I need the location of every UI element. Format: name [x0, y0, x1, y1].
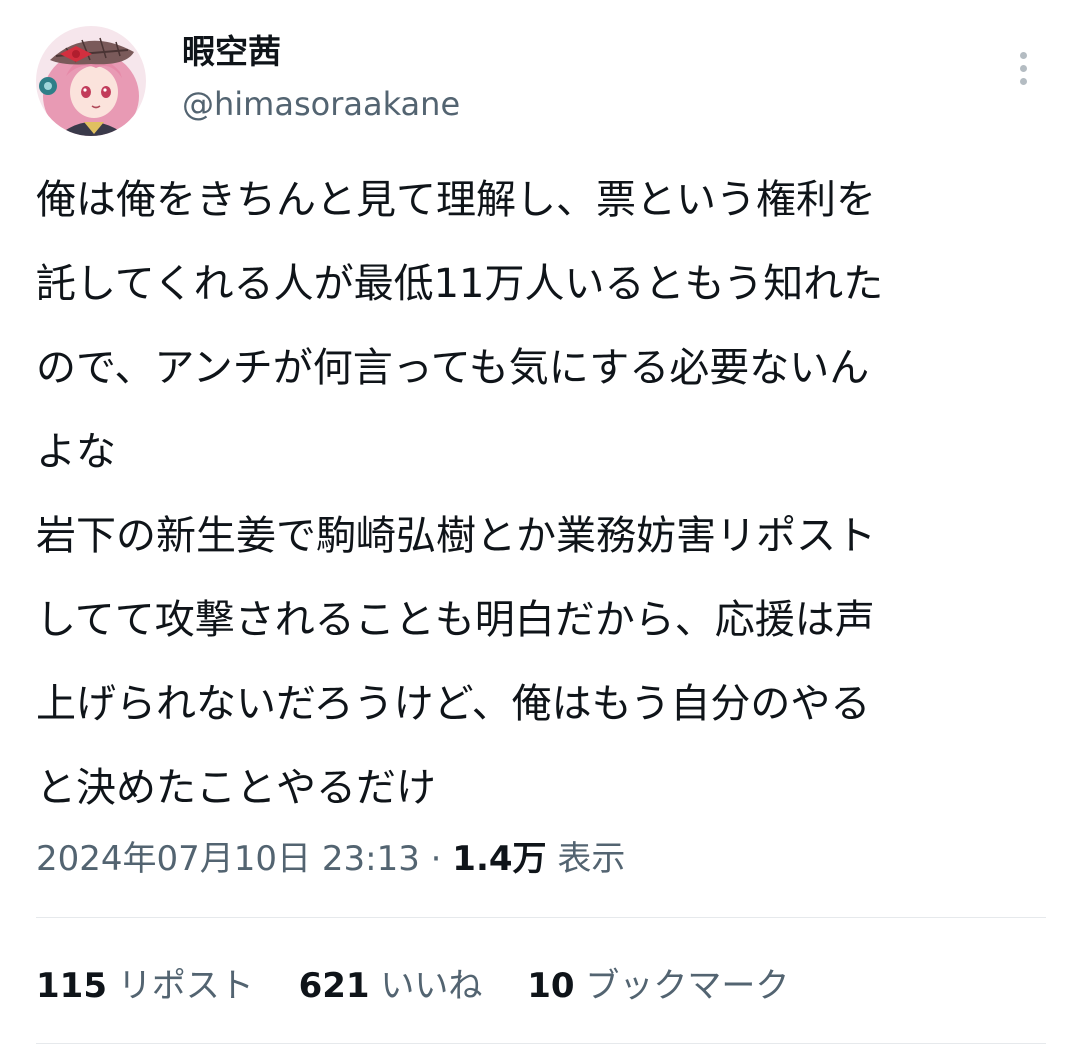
tweet-detail: 暇空茜 @himasoraakane 俺は俺をきちんと見て理解し、票という権利を…	[0, 0, 1080, 1057]
engagement-stats: 115 リポスト 621 いいね 10 ブックマーク	[36, 963, 823, 1009]
meta-separator: ·	[430, 839, 442, 879]
likes-stat[interactable]: 621 いいね	[299, 963, 483, 1009]
tweet-text-line: と決めたことやるだけ	[36, 765, 436, 811]
display-name[interactable]: 暇空茜	[182, 30, 281, 74]
bookmarks-count: 10	[527, 966, 575, 1006]
reposts-count: 115	[36, 966, 107, 1006]
tweet-text-line: 岩下の新生姜で駒崎弘樹とか業務妨害リポスト	[36, 513, 876, 559]
timestamp[interactable]: 2024年07月10日 23:13	[36, 839, 420, 879]
tweet-text-line: してて攻撃されることも明白だから、応援は声	[36, 597, 875, 643]
views-count[interactable]: 1.4万	[452, 839, 546, 879]
tweet-text-line: ので、アンチが何言っても気にする必要ないん	[36, 345, 870, 391]
bookmarks-stat[interactable]: 10 ブックマーク	[527, 963, 789, 1009]
likes-label: いいね	[380, 966, 483, 1006]
reposts-stat[interactable]: 115 リポスト	[36, 963, 254, 1009]
reposts-label: リポスト	[117, 966, 254, 1006]
avatar[interactable]	[36, 26, 146, 136]
tweet-text: 俺は俺をきちんと見て理解し、票という権利を 託してくれる人が最低11万人いるとも…	[36, 158, 1046, 830]
divider	[36, 1043, 1046, 1044]
bookmarks-label: ブックマーク	[585, 966, 790, 1006]
user-handle[interactable]: @himasoraakane	[182, 82, 460, 126]
tweet-text-line: 託してくれる人が最低11万人いるともう知れた	[36, 261, 884, 307]
tweet-meta: 2024年07月10日 23:13 · 1.4万 表示	[36, 836, 625, 882]
views-label: 表示	[557, 839, 626, 879]
tweet-text-line: 上げられないだろうけど、俺はもう自分のやる	[36, 681, 871, 727]
more-options-button[interactable]	[1004, 42, 1044, 94]
tweet-text-line: よな	[36, 429, 116, 475]
anime-avatar-icon	[36, 26, 146, 136]
divider	[36, 917, 1046, 918]
tweet-text-line: 俺は俺をきちんと見て理解し、票という権利を	[36, 177, 876, 223]
likes-count: 621	[298, 966, 370, 1006]
